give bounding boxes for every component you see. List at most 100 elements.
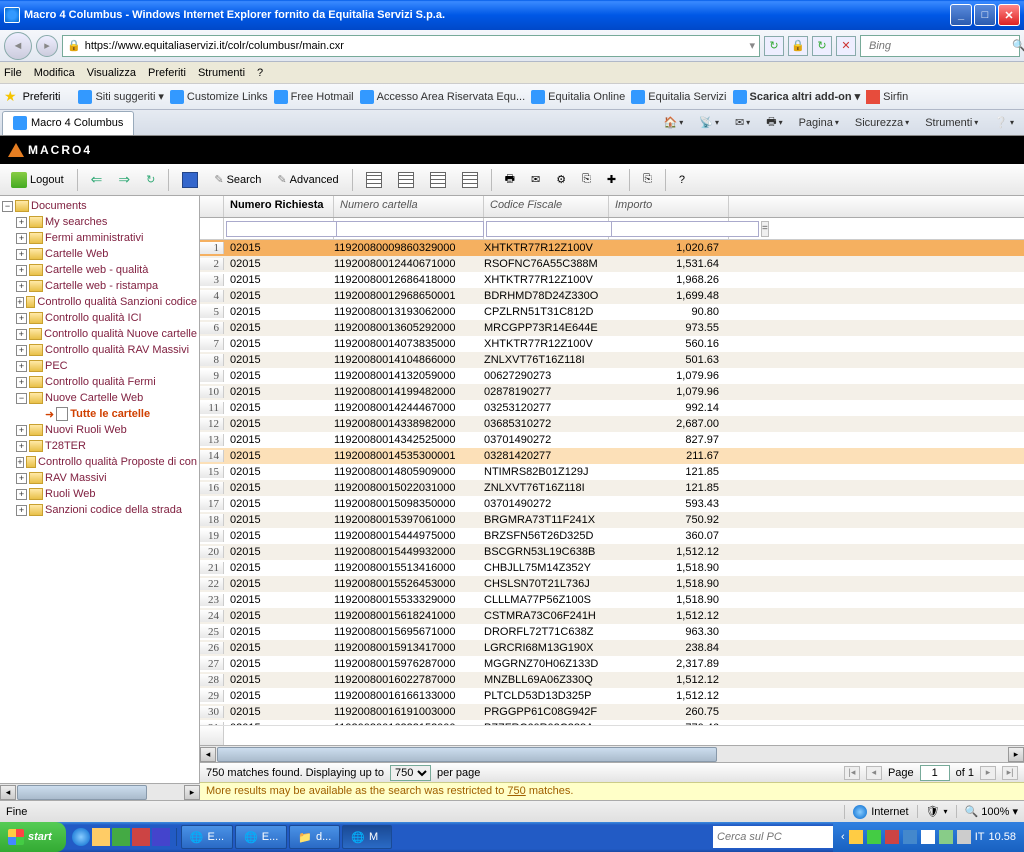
table-row[interactable]: 24 02015 11920080015618241000 CSTMRA73C0… [200, 608, 1024, 624]
table-row[interactable]: 20 02015 11920080015449932000 BSCGRN53L1… [200, 544, 1024, 560]
compat-button[interactable]: ↻ [764, 36, 784, 56]
protected-mode[interactable]: 🛡▾ [917, 805, 948, 818]
table-row[interactable]: 25 02015 11920080015695671000 DRORFL72T7… [200, 624, 1024, 640]
tool-button-2[interactable]: ⎘ [575, 168, 598, 192]
table-row[interactable]: 22 02015 11920080015526453000 CHSLSN70T2… [200, 576, 1024, 592]
pager-next-button[interactable]: ▸ [980, 766, 996, 780]
tree-item[interactable]: +Controllo qualità ICI [2, 310, 197, 326]
tree-root[interactable]: −Documents [2, 198, 197, 214]
menu-file[interactable]: File [4, 67, 22, 79]
table-row[interactable]: 17 02015 11920080015098350000 0370149027… [200, 496, 1024, 512]
tree-scrollbar[interactable]: ◂ ▸ [0, 783, 200, 800]
fav-siti-suggeriti[interactable]: Siti suggeriti ▾ [78, 90, 163, 104]
fav-equitalia-servizi[interactable]: Equitalia Servizi [631, 90, 726, 104]
menu-help[interactable]: ? [257, 67, 263, 79]
feeds-button[interactable]: 📡▾ [695, 114, 723, 131]
ql-app2-icon[interactable] [132, 828, 150, 846]
search-input[interactable] [869, 40, 1012, 52]
pager-prev-button[interactable]: ◂ [866, 766, 882, 780]
table-row[interactable]: 3 02015 11920080012686418000 XHTKTR77R12… [200, 272, 1024, 288]
tree-item[interactable]: +PEC [2, 358, 197, 374]
menu-visualizza[interactable]: Visualizza [87, 67, 136, 79]
filter-numero-cartella[interactable] [336, 221, 484, 237]
tree-item[interactable]: −Nuove Cartelle Web [2, 390, 197, 406]
nav-next-button[interactable]: ⇒ [111, 168, 137, 192]
print-app-button[interactable]: 🖶 [498, 168, 522, 192]
tree-item-selected[interactable]: ➜Tutte le cartelle [2, 406, 197, 422]
table-row[interactable]: 12 02015 11920080014338982000 0368531027… [200, 416, 1024, 432]
ql-app1-icon[interactable] [112, 828, 130, 846]
tree-item[interactable]: +Sanzioni codice della strada [2, 502, 197, 518]
tree-item[interactable]: +Controllo qualità Proposte di con [2, 454, 197, 470]
browser-tab[interactable]: Macro 4 Columbus [2, 111, 134, 135]
tray-icon[interactable] [867, 830, 881, 844]
taskbar-task[interactable]: 🌐M [342, 825, 392, 849]
tool-button-3[interactable]: ✚ [600, 168, 623, 192]
menu-modifica[interactable]: Modifica [34, 67, 75, 79]
pagina-menu[interactable]: Pagina▾ [795, 115, 843, 131]
stop-button[interactable]: 🔒 [788, 36, 808, 56]
help-button[interactable]: ❔▾ [990, 114, 1018, 131]
table-row[interactable]: 1 02015 11920080009860329000 XHTKTR77R12… [200, 240, 1024, 256]
fav-free-hotmail[interactable]: Free Hotmail [274, 90, 354, 104]
scroll-left-icon[interactable]: ◂ [200, 747, 216, 762]
table-row[interactable]: 5 02015 11920080013193062000 CPZLRN51T31… [200, 304, 1024, 320]
grid-button-1[interactable] [359, 168, 389, 192]
fav-area-riservata[interactable]: Accesso Area Riservata Equ... [360, 90, 526, 104]
address-bar[interactable]: 🔒 ▾ [62, 35, 760, 57]
tray-icon[interactable] [939, 830, 953, 844]
tree-item[interactable]: +My searches [2, 214, 197, 230]
tray-icon[interactable] [885, 830, 899, 844]
grid-scrollbar[interactable]: ◂ ▸ [200, 745, 1024, 762]
fav-sirfin[interactable]: Sirfin [866, 90, 908, 104]
strumenti-menu[interactable]: Strumenti▾ [921, 115, 982, 131]
table-row[interactable]: 8 02015 11920080014104866000 ZNLXVT76T16… [200, 352, 1024, 368]
scroll-thumb[interactable] [17, 785, 147, 800]
table-row[interactable]: 30 02015 11920080016191003000 PRGGPP61C0… [200, 704, 1024, 720]
refresh-button[interactable]: ↻ [812, 36, 832, 56]
tree-item[interactable]: +Controllo qualità Nuove cartelle [2, 326, 197, 342]
scroll-right-icon[interactable]: ▸ [184, 785, 200, 800]
column-header-importo[interactable]: Importo [609, 196, 729, 217]
mail-button[interactable]: ✉▾ [731, 114, 754, 131]
addr-dropdown-icon[interactable]: ▾ [749, 39, 755, 52]
save-button[interactable] [175, 168, 205, 192]
tree-item[interactable]: +Ruoli Web [2, 486, 197, 502]
tree-item[interactable]: +Cartelle Web [2, 246, 197, 262]
start-button[interactable]: start [0, 822, 66, 852]
taskbar-task[interactable]: 📁d... [289, 825, 340, 849]
tray-icon[interactable] [957, 830, 971, 844]
minimize-button[interactable]: _ [950, 4, 972, 26]
tree-item[interactable]: +T28TER [2, 438, 197, 454]
fav-equitalia-online[interactable]: Equitalia Online [531, 90, 625, 104]
maximize-button[interactable]: □ [974, 4, 996, 26]
fav-customize-links[interactable]: Customize Links [170, 90, 268, 104]
home-button[interactable]: 🏠▾ [660, 114, 688, 131]
print-button[interactable]: 🖶▾ [762, 111, 786, 134]
tree-item[interactable]: +Fermi amministrativi [2, 230, 197, 246]
sicurezza-menu[interactable]: Sicurezza▾ [851, 115, 913, 131]
table-row[interactable]: 10 02015 11920080014199482000 0287819027… [200, 384, 1024, 400]
pager-perpage-select[interactable]: 750 [390, 765, 431, 781]
tray-expand-icon[interactable]: ‹ [841, 831, 845, 843]
table-row[interactable]: 7 02015 11920080014073835000 XHTKTR77R12… [200, 336, 1024, 352]
taskbar-search[interactable]: 🔍 [713, 826, 833, 848]
search-icon[interactable]: 🔍 [1012, 39, 1024, 52]
table-row[interactable]: 9 02015 11920080014132059000 00627290273… [200, 368, 1024, 384]
menu-preferiti[interactable]: Preferiti [148, 67, 186, 79]
table-row[interactable]: 14 02015 11920080014535300001 0328142027… [200, 448, 1024, 464]
column-header-codice-fiscale[interactable]: Codice Fiscale [484, 196, 609, 217]
ql-ie-icon[interactable] [72, 828, 90, 846]
search-box[interactable]: 🔍 [860, 35, 1020, 57]
tree-item[interactable]: +RAV Massivi [2, 470, 197, 486]
advanced-button[interactable]: ✎Advanced [270, 168, 345, 192]
column-header-numero-richiesta[interactable]: Numero Richiesta [224, 196, 334, 217]
forward-button[interactable]: ▸ [36, 35, 58, 57]
filter-op-icon[interactable]: = [761, 221, 769, 237]
cancel-button[interactable]: ✕ [836, 36, 856, 56]
menu-strumenti[interactable]: Strumenti [198, 67, 245, 79]
pager-first-button[interactable]: |◂ [844, 766, 860, 780]
mail-app-button[interactable]: ✉ [524, 168, 547, 192]
table-row[interactable]: 2 02015 11920080012440671000 RSOFNC76A55… [200, 256, 1024, 272]
table-row[interactable]: 4 02015 11920080012968650001 BDRHMD78D24… [200, 288, 1024, 304]
